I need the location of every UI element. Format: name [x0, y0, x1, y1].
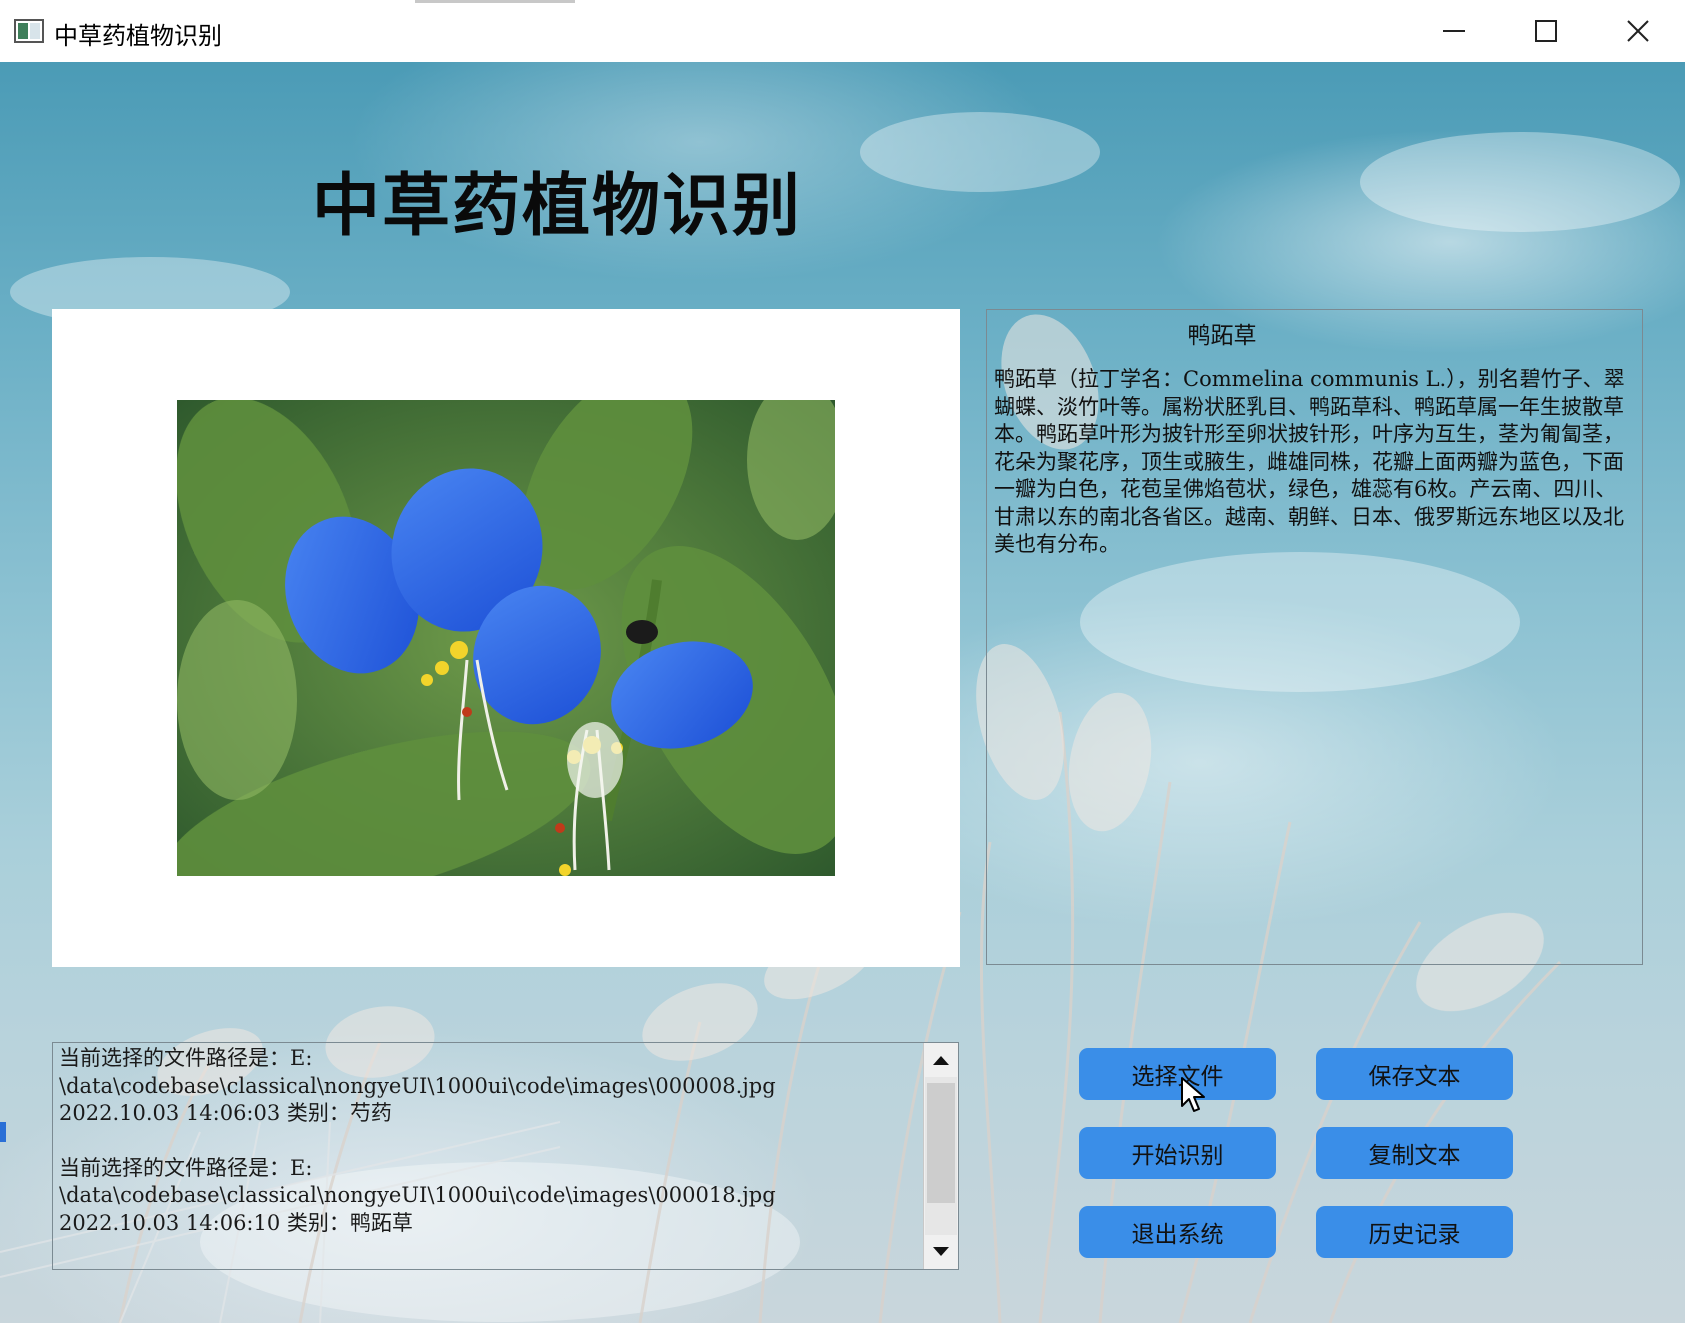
scroll-down-arrow-icon	[933, 1247, 949, 1256]
minimize-button[interactable]	[1408, 0, 1500, 62]
scroll-down-button[interactable]	[924, 1235, 958, 1269]
title-bar-accent	[415, 0, 575, 3]
start-recognition-button[interactable]: 开始识别	[1079, 1127, 1276, 1179]
image-display-panel	[52, 309, 960, 967]
minimize-icon	[1443, 30, 1465, 32]
log-entry: 当前选择的文件路径是：E: \data\codebase\classical\n…	[59, 1045, 919, 1128]
scroll-up-arrow-icon	[933, 1056, 949, 1065]
log-scrollbar[interactable]	[923, 1043, 958, 1269]
maximize-icon	[1535, 20, 1557, 42]
plant-description-text[interactable]: 鸭跖草（拉丁学名：Commelina communis L.），别名碧竹子、翠蝴…	[994, 366, 1634, 559]
plant-photo-graphic	[177, 400, 835, 876]
title-bar[interactable]: 中草药植物识别	[0, 0, 1685, 63]
log-path-value: \data\codebase\classical\nongyeUI\1000ui…	[59, 1073, 776, 1098]
log-entry: 当前选择的文件路径是：E: \data\codebase\classical\n…	[59, 1155, 919, 1238]
log-text-area[interactable]: 当前选择的文件路径是：E: \data\codebase\classical\n…	[59, 1045, 919, 1267]
history-button[interactable]: 历史记录	[1316, 1206, 1513, 1258]
plant-name-label: 鸭跖草	[1187, 323, 1257, 349]
app-window: 中草药植物识别 中草药植物识别 鸭跖草 鸭跖草（拉丁学名：Commelina c…	[0, 0, 1685, 1323]
select-file-button[interactable]: 选择文件	[1079, 1048, 1276, 1100]
log-path-line: 当前选择的文件路径是：E:	[59, 1046, 313, 1070]
app-heading: 中草药植物识别	[312, 167, 803, 246]
save-text-button[interactable]: 保存文本	[1316, 1048, 1513, 1100]
scroll-up-button[interactable]	[924, 1043, 958, 1077]
log-path-line: 当前选择的文件路径是：E:	[59, 1155, 313, 1180]
log-output-panel[interactable]: 当前选择的文件路径是：E: \data\codebase\classical\n…	[52, 1042, 959, 1270]
description-panel[interactable]: 鸭跖草 鸭跖草（拉丁学名：Commelina communis L.），别名碧竹…	[986, 309, 1643, 965]
close-icon	[1627, 20, 1649, 42]
close-button[interactable]	[1592, 0, 1684, 62]
log-path-value: \data\codebase\classical\nongyeUI\1000ui…	[59, 1183, 776, 1207]
app-window-icon	[14, 19, 44, 43]
log-result-line: 2022.10.03 14:06:03 类别：芍药	[59, 1101, 392, 1125]
copy-text-button[interactable]: 复制文本	[1316, 1127, 1513, 1179]
plant-photo	[177, 400, 835, 876]
log-result-line: 2022.10.03 14:06:10 类别：鸭跖草	[59, 1210, 413, 1235]
exit-system-button[interactable]: 退出系统	[1079, 1206, 1276, 1258]
window-title: 中草药植物识别	[54, 22, 222, 50]
maximize-button[interactable]	[1500, 0, 1592, 62]
scroll-thumb[interactable]	[927, 1083, 955, 1203]
client-area: 中草药植物识别 鸭跖草 鸭跖草（拉丁学名：Commelina communis …	[0, 62, 1685, 1323]
